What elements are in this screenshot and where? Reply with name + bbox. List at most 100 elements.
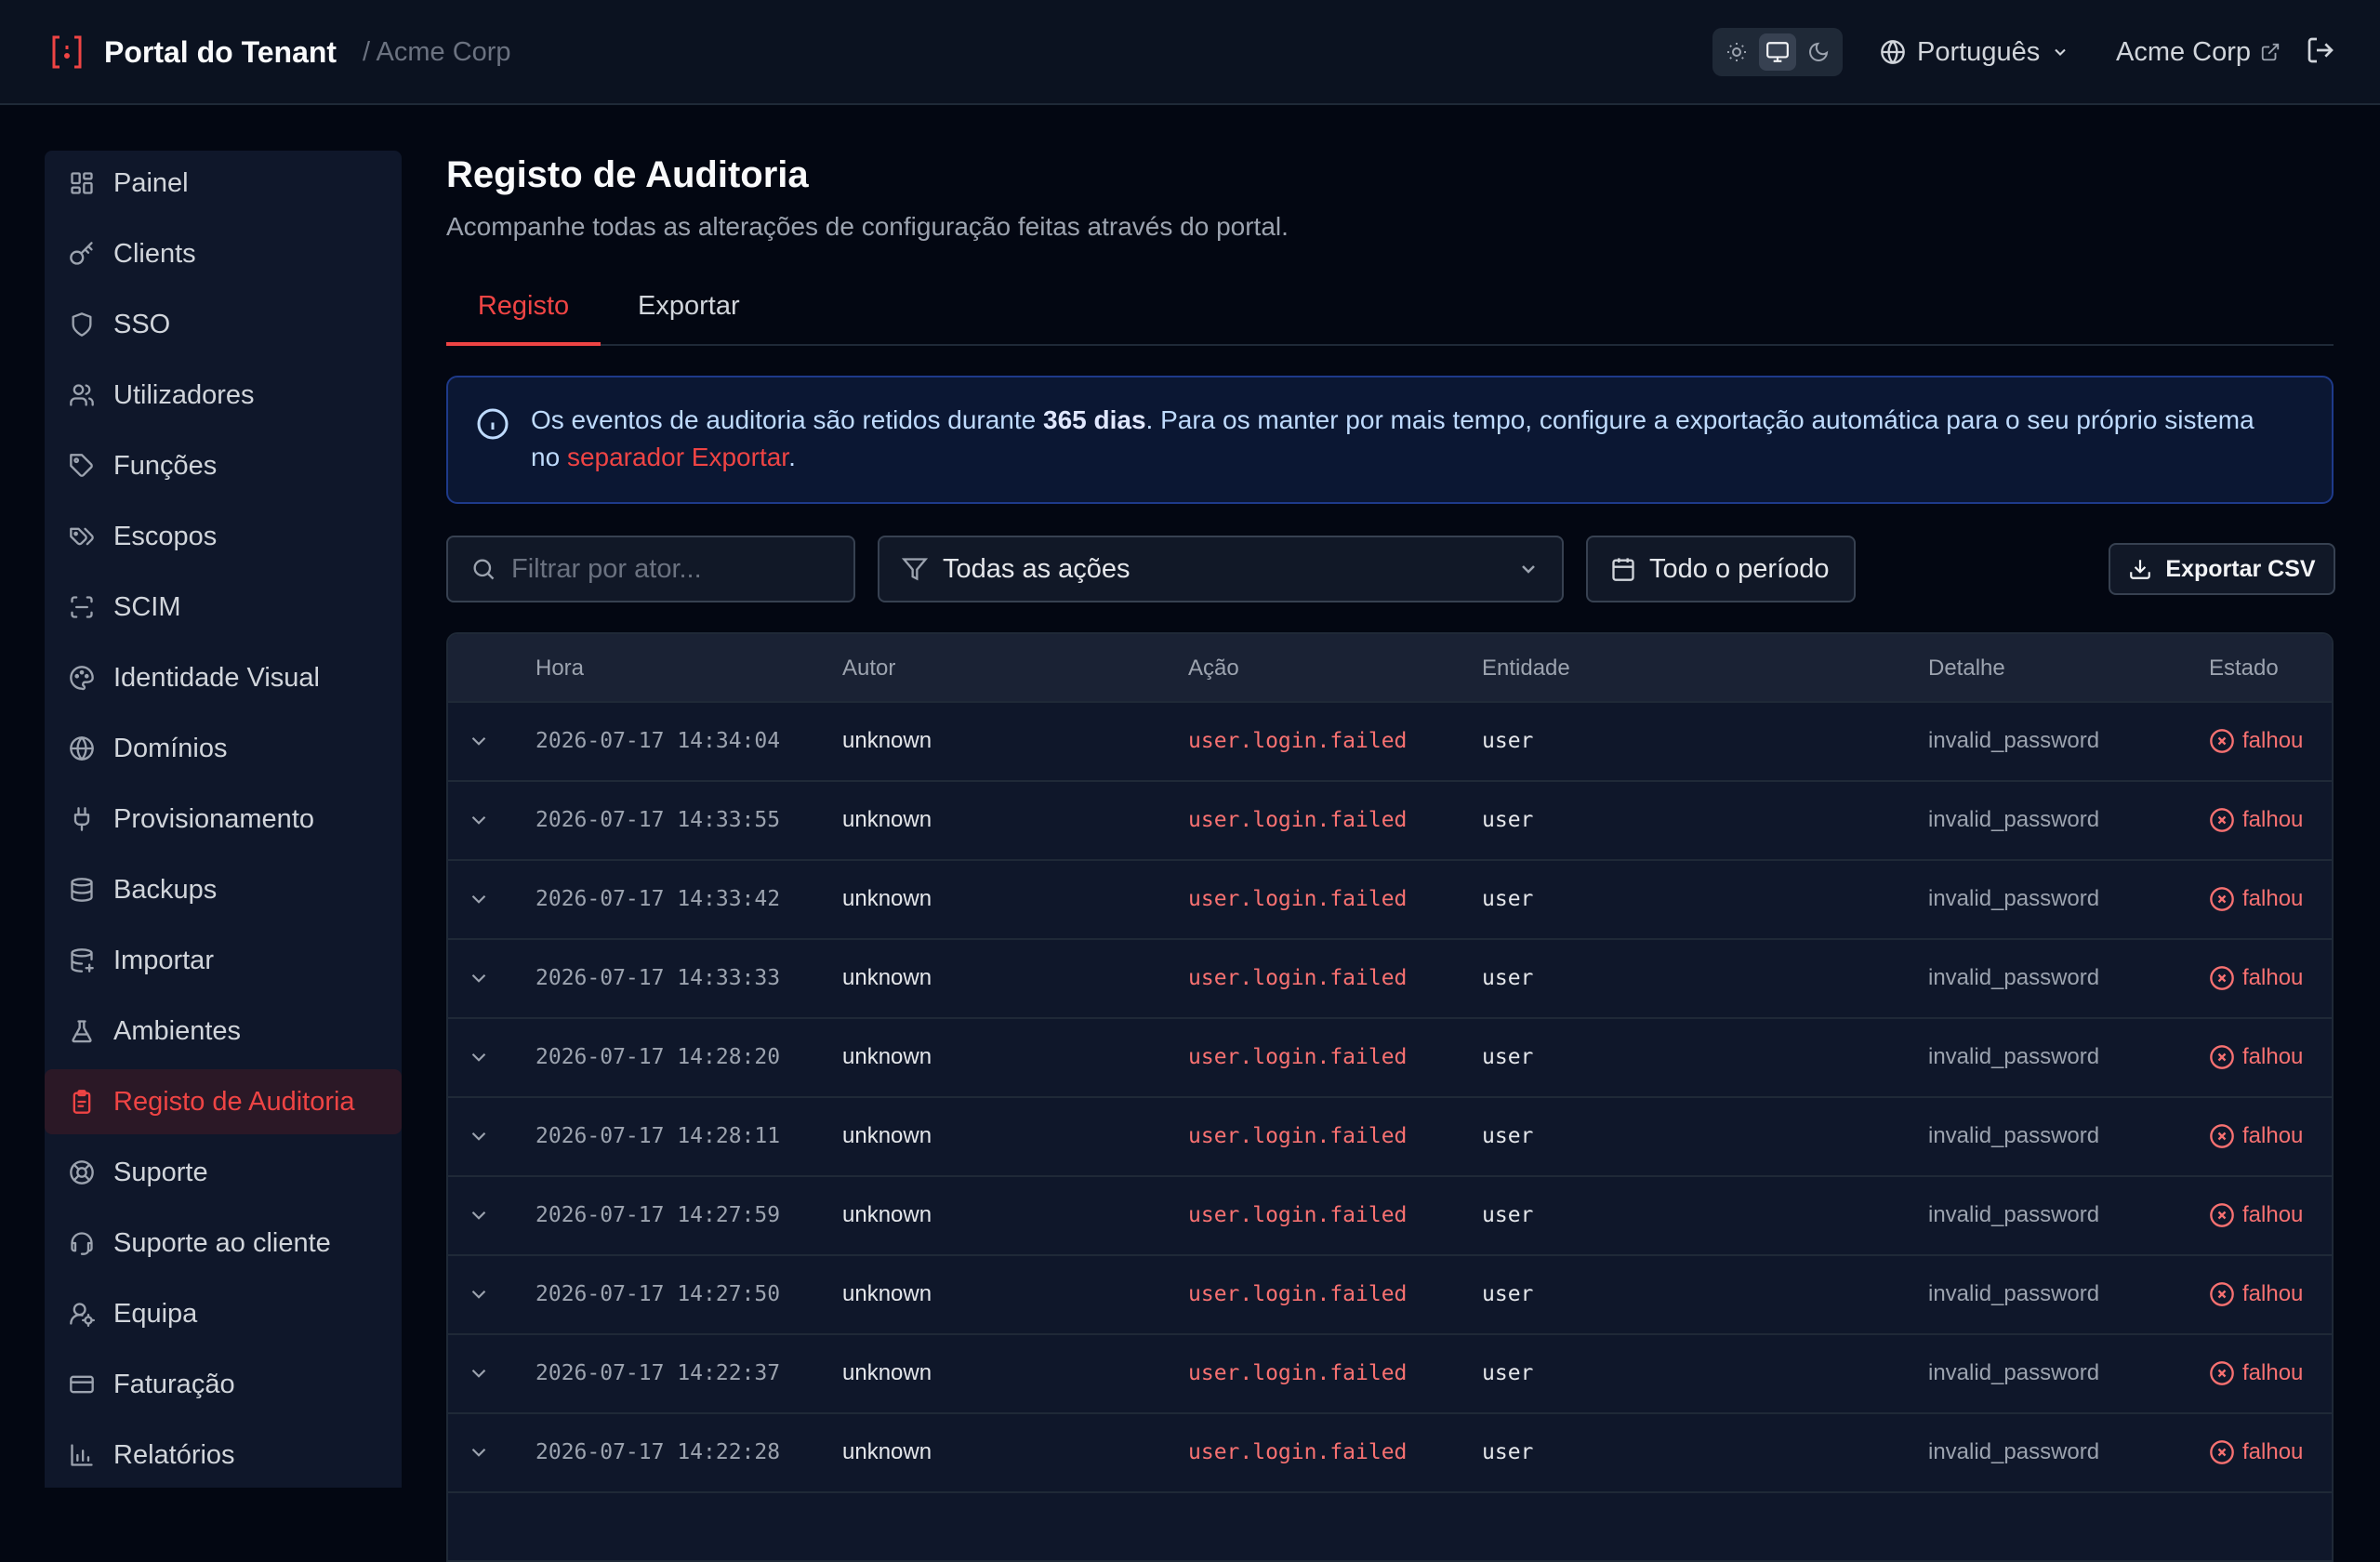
- row-action: user.login.failed: [1188, 1282, 1408, 1306]
- row-time: 2026-07-17 14:27:59: [536, 1203, 781, 1227]
- status-label: falhou: [2242, 1360, 2304, 1385]
- column-header-actor[interactable]: Autor: [842, 634, 895, 703]
- sidebar-item-label: Suporte: [113, 1157, 208, 1187]
- table-row[interactable]: 2026-07-17 14:27:59 unknown user.login.fai…: [448, 1177, 2332, 1256]
- sidebar-item-17[interactable]: Faturação: [45, 1352, 402, 1417]
- action-select[interactable]: Todas as ações: [878, 536, 1564, 602]
- row-time: 2026-07-17 14:34:04: [536, 729, 781, 753]
- actor-filter-input[interactable]: [511, 553, 827, 585]
- logo-icon[interactable]: [50, 34, 84, 70]
- sidebar-item-16[interactable]: Equipa: [45, 1281, 402, 1346]
- monitor-icon[interactable]: [1759, 33, 1796, 71]
- status-badge: falhou: [2209, 703, 2303, 779]
- table-row[interactable]: 2026-07-17 14:27:50 unknown user.login.fai…: [448, 1256, 2332, 1335]
- table-row[interactable]: 2026-07-17 14:22:28 unknown user.login.fai…: [448, 1414, 2332, 1493]
- logout-icon[interactable]: [2306, 35, 2339, 69]
- export-csv-button[interactable]: Exportar CSV: [2109, 543, 2335, 595]
- chevron-down-icon[interactable]: [467, 966, 493, 992]
- table-row[interactable]: 2026-07-17 14:33:33 unknown user.login.fai…: [448, 940, 2332, 1019]
- tags-icon: [67, 522, 97, 551]
- sidebar-item-4[interactable]: Funções: [45, 433, 402, 498]
- chevron-down-icon[interactable]: [467, 1045, 493, 1071]
- chevron-down-icon[interactable]: [467, 808, 493, 834]
- sidebar-item-18[interactable]: Relatórios: [45, 1423, 402, 1488]
- sidebar-item-label: Faturação: [113, 1369, 235, 1399]
- row-detail: invalid_password: [1928, 1439, 2100, 1464]
- x-circle-icon: [2209, 1202, 2235, 1228]
- chevron-down-icon[interactable]: [467, 1124, 493, 1150]
- sidebar-item-8[interactable]: Domínios: [45, 716, 402, 781]
- sidebar-item-1[interactable]: Clients: [45, 221, 402, 286]
- sidebar-item-6[interactable]: SCIM: [45, 575, 402, 640]
- column-header-time[interactable]: Hora: [536, 634, 584, 703]
- plug-icon: [67, 804, 97, 834]
- sidebar-item-2[interactable]: SSO: [45, 292, 402, 357]
- sidebar-item-12[interactable]: Ambientes: [45, 999, 402, 1064]
- chevron-down-icon: [1517, 558, 1540, 580]
- action-select-value: Todas as ações: [943, 553, 1130, 584]
- status-label: falhou: [2242, 1202, 2304, 1227]
- period-picker[interactable]: Todo o período: [1586, 536, 1856, 602]
- sidebar-item-13[interactable]: Registo de Auditoria: [45, 1069, 402, 1134]
- sidebar-item-11[interactable]: Importar: [45, 928, 402, 993]
- sidebar-item-5[interactable]: Escopos: [45, 504, 402, 569]
- chevron-down-icon[interactable]: [467, 887, 493, 913]
- chevron-down-icon[interactable]: [467, 1282, 493, 1308]
- table-row[interactable]: 2026-07-17 14:28:20 unknown user.login.fai…: [448, 1019, 2332, 1098]
- sidebar-item-10[interactable]: Backups: [45, 857, 402, 922]
- chevron-down-icon[interactable]: [467, 729, 493, 755]
- tab-registo[interactable]: Registo: [446, 277, 601, 346]
- row-actor: unknown: [842, 1360, 932, 1385]
- row-time: 2026-07-17 14:22:28: [536, 1440, 781, 1464]
- row-actor: unknown: [842, 807, 932, 832]
- info-text-before: Os eventos de auditoria são retidos dura…: [531, 405, 1044, 434]
- period-label: Todo o período: [1649, 553, 1830, 584]
- sidebar-item-label: Relatórios: [113, 1439, 235, 1470]
- status-badge: falhou: [2209, 940, 2303, 1016]
- tenant-link[interactable]: Acme Corp: [2116, 32, 2281, 73]
- sidebar-item-0[interactable]: Painel: [45, 151, 402, 216]
- tab-exportar[interactable]: Exportar: [638, 277, 740, 346]
- column-header-action[interactable]: Ação: [1188, 634, 1239, 703]
- brand-title[interactable]: Portal do Tenant: [104, 32, 337, 73]
- sidebar-item-3[interactable]: Utilizadores: [45, 363, 402, 428]
- table-row[interactable]: 2026-07-17 14:34:04 unknown user.login.fai…: [448, 703, 2332, 782]
- chevron-down-icon[interactable]: [467, 1440, 493, 1466]
- status-badge: falhou: [2209, 1335, 2303, 1411]
- row-entity: user: [1482, 1282, 1534, 1306]
- table-row[interactable]: 2026-07-17 14:28:11 unknown user.login.fai…: [448, 1098, 2332, 1177]
- column-header-status[interactable]: Estado: [2209, 634, 2279, 703]
- sidebar-item-9[interactable]: Provisionamento: [45, 787, 402, 852]
- table-row[interactable]: 2026-07-17 14:33:42 unknown user.login.fai…: [448, 861, 2332, 940]
- row-actor: unknown: [842, 1439, 932, 1464]
- chevron-down-icon[interactable]: [467, 1203, 493, 1229]
- moon-icon[interactable]: [1800, 33, 1837, 71]
- row-detail: invalid_password: [1928, 1360, 2100, 1385]
- row-detail: invalid_password: [1928, 1123, 2100, 1148]
- status-label: falhou: [2242, 728, 2304, 753]
- credit-card-icon: [67, 1370, 97, 1399]
- row-time: 2026-07-17 14:33:33: [536, 966, 781, 990]
- x-circle-icon: [2209, 965, 2235, 991]
- sidebar-item-label: SCIM: [113, 591, 181, 622]
- users-icon: [67, 380, 97, 410]
- language-selector[interactable]: Português: [1880, 32, 2069, 73]
- column-header-detail[interactable]: Detalhe: [1928, 634, 2005, 703]
- chevron-down-icon: [2051, 43, 2069, 61]
- column-header-entity[interactable]: Entidade: [1482, 634, 1570, 703]
- table-row[interactable]: 2026-07-17 14:33:55 unknown user.login.fai…: [448, 782, 2332, 861]
- sidebar-item-7[interactable]: Identidade Visual: [45, 645, 402, 710]
- x-circle-icon: [2209, 1044, 2235, 1070]
- table-row[interactable]: 2026-07-17 14:22:37 unknown user.login.fai…: [448, 1335, 2332, 1414]
- chevron-down-icon[interactable]: [467, 1361, 493, 1387]
- user-cog-icon: [67, 1299, 97, 1329]
- row-time: 2026-07-17 14:27:50: [536, 1282, 781, 1306]
- sidebar-item-15[interactable]: Suporte ao cliente: [45, 1211, 402, 1276]
- status-label: falhou: [2242, 1123, 2304, 1148]
- sidebar-item-14[interactable]: Suporte: [45, 1140, 402, 1205]
- sidebar-item-label: Identidade Visual: [113, 662, 320, 693]
- export-tab-link[interactable]: separador Exportar: [567, 443, 788, 471]
- sun-icon[interactable]: [1718, 33, 1755, 71]
- status-label: falhou: [2242, 1281, 2304, 1306]
- breadcrumb: / Acme Corp: [363, 37, 511, 67]
